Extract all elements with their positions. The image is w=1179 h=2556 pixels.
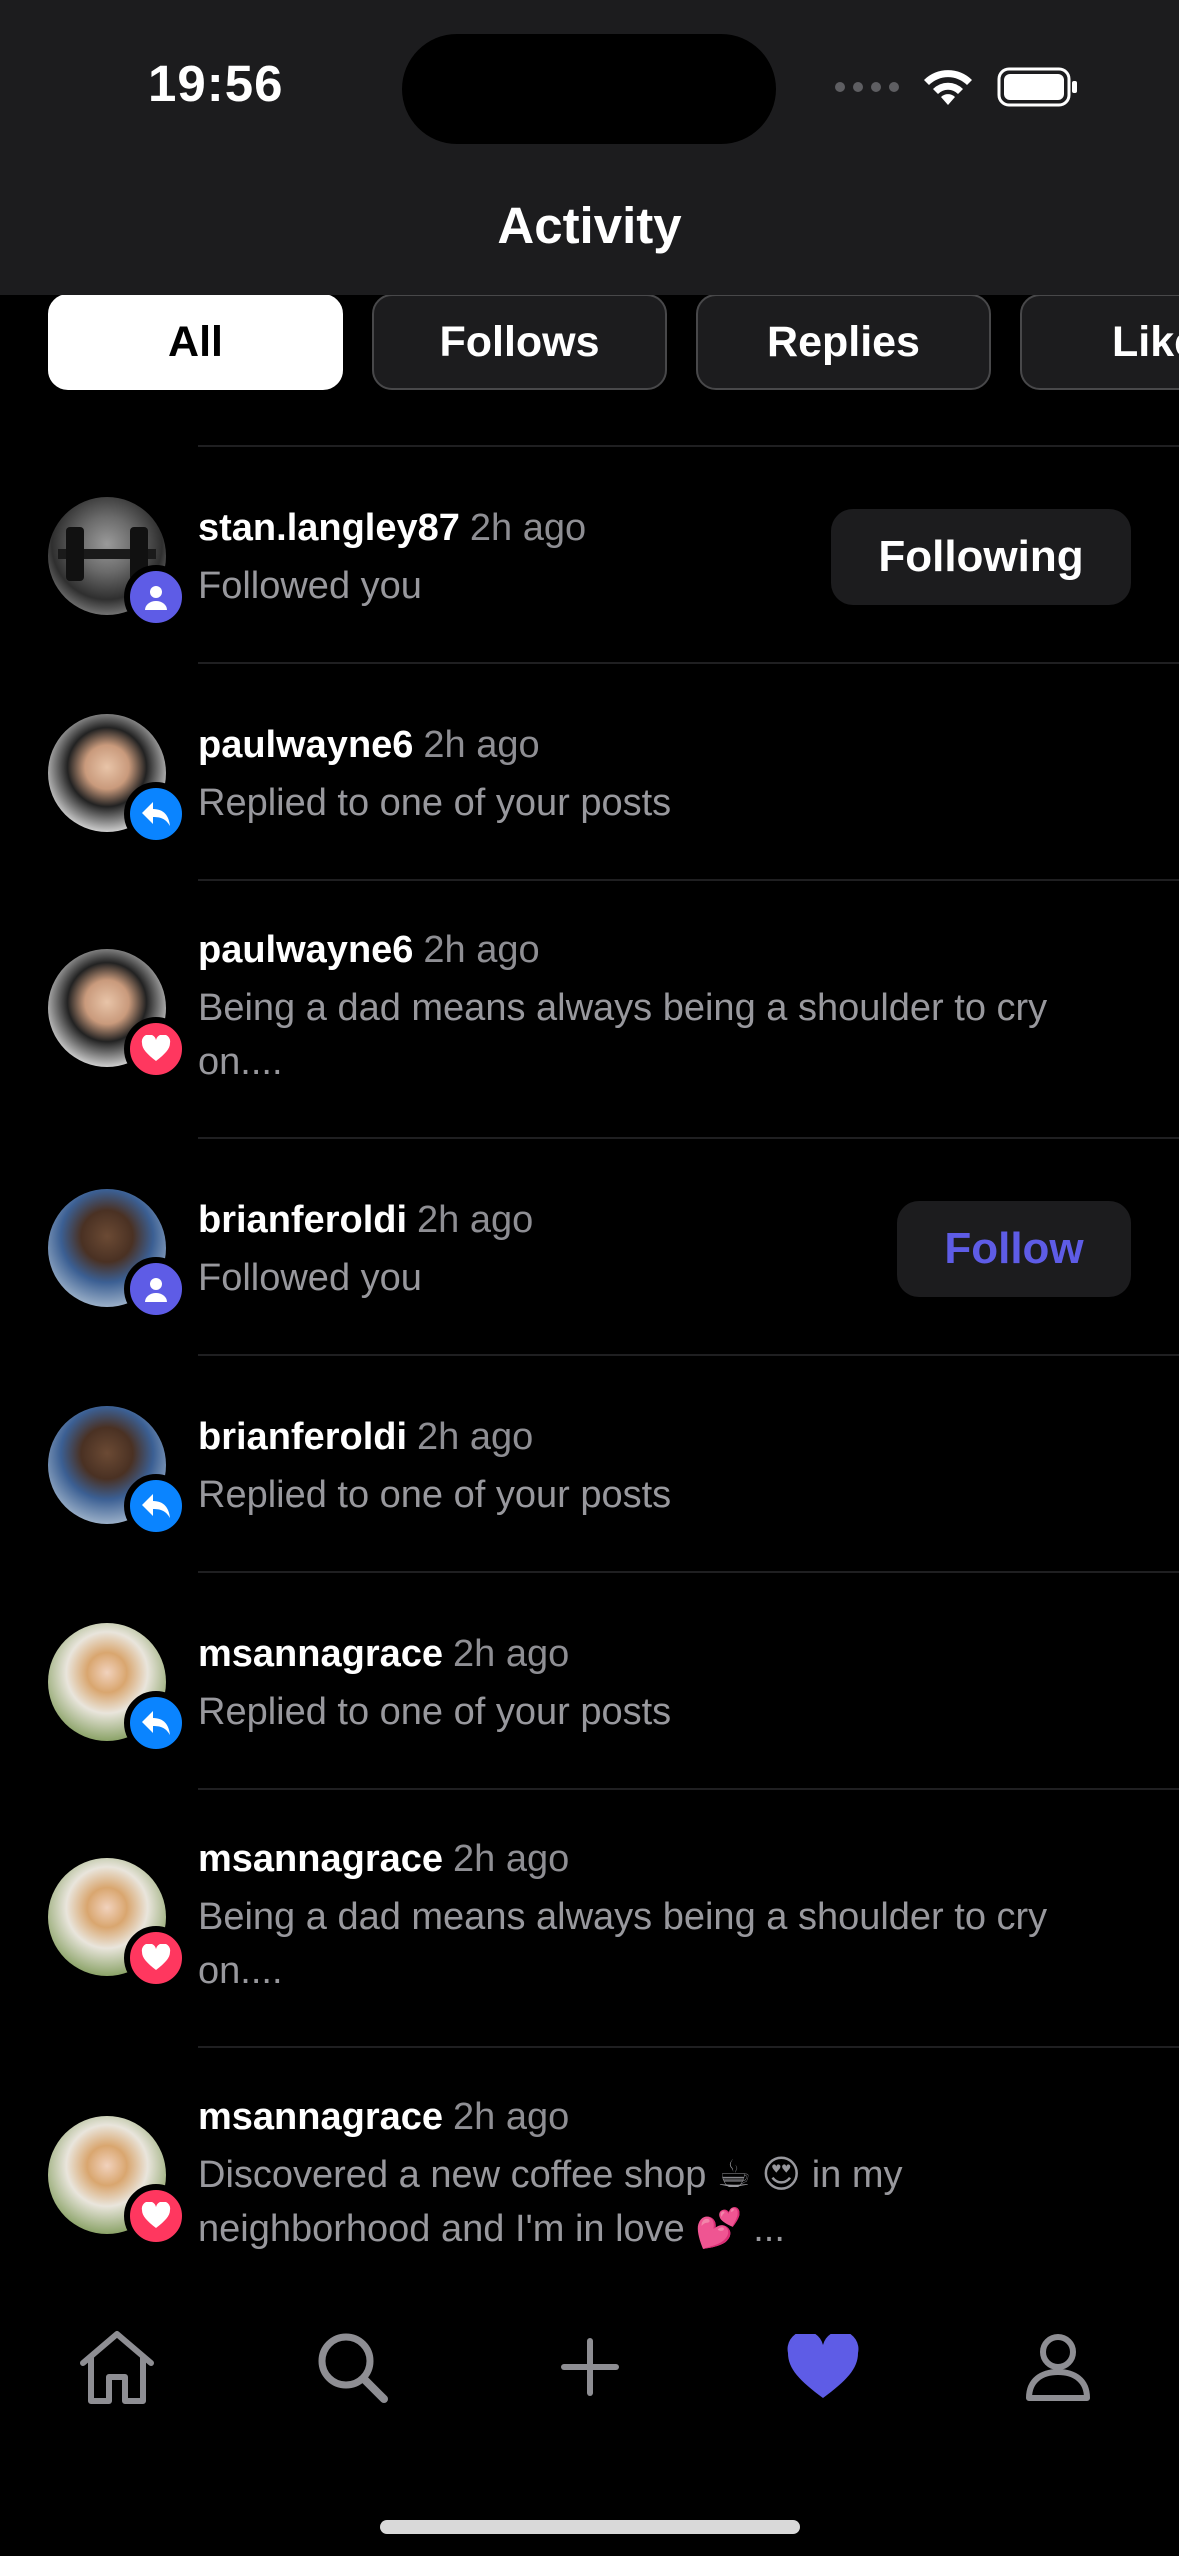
activity-header: paulwayne6 2h ago [198,929,540,972]
username[interactable]: msannagrace [198,1838,443,1880]
activity-text: Discovered a new coffee shop ☕ 😍 in my n… [198,2154,903,2250]
dynamic-island [402,34,776,144]
activity-row[interactable]: msannagrace 2h ago Replied to one of your… [0,1573,1179,1788]
activity-text: Being a dad means always being a shoulde… [198,1896,1048,1992]
activity-header: brianferoldi 2h ago [198,1416,533,1459]
activity-header: stan.langley87 2h ago [198,507,586,550]
cellular-signal-icon [835,82,899,92]
activity-row[interactable]: stan.langley87 2h ago Followed you Follow… [0,447,1179,662]
follow-badge-icon [124,1257,188,1321]
page-title: Activity [497,197,682,254]
activity-text: Replied to one of your posts [198,782,672,824]
timestamp: 2h ago [417,1199,534,1241]
wifi-icon [924,70,972,105]
status-icons [835,62,1079,112]
follow-badge-icon [124,565,188,629]
chip-likes[interactable]: Likes [1020,294,1179,390]
home-icon [80,2331,154,2404]
tab-new-post[interactable] [545,2322,635,2412]
reply-badge-icon [124,1474,188,1538]
battery-icon [997,67,1077,107]
activity-header: brianferoldi 2h ago [198,1199,533,1242]
heart-icon [787,2334,859,2398]
timestamp: 2h ago [469,507,587,549]
reply-badge-icon [124,1691,188,1755]
timestamp: 2h ago [423,929,540,971]
profile-icon [1026,2334,1090,2401]
username[interactable]: brianferoldi [198,1416,407,1458]
chip-label: Follows [439,317,600,366]
username[interactable]: msannagrace [198,2096,443,2138]
username[interactable]: brianferoldi [198,1199,407,1241]
status-time: 19:56 [148,55,284,112]
like-badge-icon [124,1926,188,1990]
activity-header: paulwayne6 2h ago [198,724,540,767]
activity-header: msannagrace 2h ago [198,1633,569,1676]
like-badge-icon [124,2184,188,2248]
timestamp: 2h ago [453,2096,570,2138]
username[interactable]: paulwayne6 [198,929,413,971]
chip-all[interactable]: All [48,294,343,390]
chip-label: All [168,317,223,366]
filter-chips: All Follows Replies Likes [0,292,1179,397]
following-button[interactable]: Following [831,509,1131,605]
timestamp: 2h ago [453,1838,570,1880]
activity-row[interactable]: brianferoldi 2h ago Followed you Follow [0,1139,1179,1354]
tab-home[interactable] [72,2322,162,2412]
username[interactable]: paulwayne6 [198,724,413,766]
chip-replies[interactable]: Replies [696,294,991,390]
reply-badge-icon [124,782,188,846]
activity-text: Being a dad means always being a shoulde… [198,987,1048,1083]
timestamp: 2h ago [417,1416,534,1458]
activity-header: msannagrace 2h ago [198,2096,569,2139]
tab-search[interactable] [307,2322,397,2412]
follow-button[interactable]: Follow [897,1201,1131,1297]
activity-row[interactable]: msannagrace 2h ago Being a dad means alwa… [0,1790,1179,2046]
timestamp: 2h ago [453,1633,570,1675]
timestamp: 2h ago [423,724,540,766]
tab-profile[interactable] [1013,2322,1103,2412]
like-badge-icon [124,1017,188,1081]
tab-bar [0,2300,1179,2556]
username[interactable]: msannagrace [198,1633,443,1675]
tab-activity[interactable] [778,2322,868,2412]
activity-header: msannagrace 2h ago [198,1838,569,1881]
activity-row[interactable]: paulwayne6 2h ago Replied to one of your … [0,664,1179,879]
username[interactable]: stan.langley87 [198,507,460,549]
chip-label: Likes [1112,317,1179,366]
activity-list: stan.langley87 2h ago Followed you Follow… [0,445,1179,2304]
activity-text: Replied to one of your posts [198,1691,672,1733]
home-indicator[interactable] [380,2520,800,2534]
plus-icon [561,2338,619,2396]
chip-label: Replies [767,317,920,366]
chip-follows[interactable]: Follows [372,294,667,390]
activity-row[interactable]: paulwayne6 2h ago Being a dad means alway… [0,881,1179,1137]
activity-row[interactable]: msannagrace 2h ago Discovered a new coffe… [0,2048,1179,2304]
activity-text: Replied to one of your posts [198,1474,672,1516]
header: 19:56 Activity [0,0,1179,295]
activity-row[interactable]: brianferoldi 2h ago Replied to one of you… [0,1356,1179,1571]
search-icon [318,2333,388,2403]
